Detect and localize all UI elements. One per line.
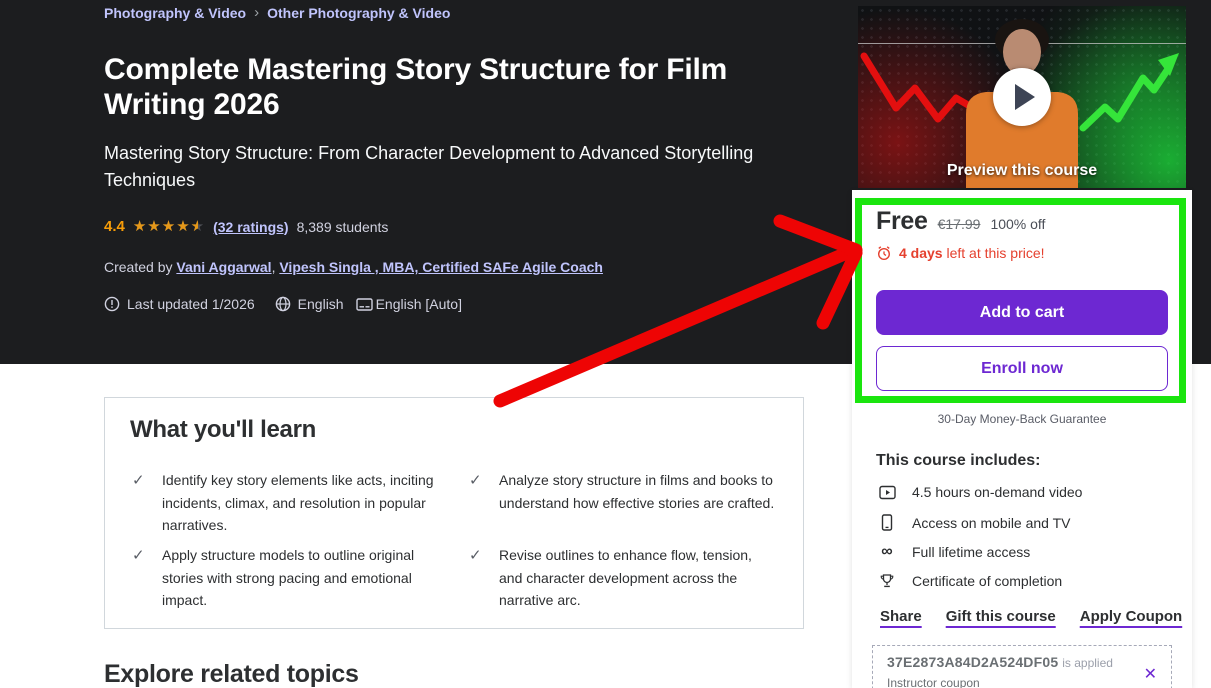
learn-item: Revise outlines to enhance flow, tension… <box>499 544 779 612</box>
includes-item-label: 4.5 hours on-demand video <box>912 484 1082 500</box>
urgency-row: 4 days left at this price! <box>876 245 1045 261</box>
includes-item: Certificate of completion <box>878 573 1062 589</box>
learn-item: Identify key story elements like acts, i… <box>162 469 450 537</box>
gift-this-course-link[interactable]: Gift this course <box>946 608 1056 625</box>
learn-item: Apply structure models to outline origin… <box>162 544 450 612</box>
what-youll-learn-card: What you'll learn ✓ Identify key story e… <box>104 397 804 629</box>
includes-item: Access on mobile and TV <box>878 514 1071 531</box>
course-includes-title: This course includes: <box>876 452 1040 470</box>
learn-item: Analyze story structure in films and boo… <box>499 469 779 514</box>
infinity-icon: ∞ <box>878 544 896 560</box>
breadcrumb: Photography & Video › Other Photography … <box>104 4 450 21</box>
trophy-icon <box>878 573 896 589</box>
coupon-code: 37E2873A84D2A524DF05 <box>887 654 1058 670</box>
last-updated: Last updated 1/2026 <box>104 296 255 312</box>
course-meta-row: Last updated 1/2026 English English [Aut… <box>104 296 462 312</box>
purchase-card: Free €17.99 100% off 4 days left at this… <box>852 190 1192 688</box>
includes-item-label: Certificate of completion <box>912 573 1062 589</box>
mobile-icon <box>878 514 896 531</box>
price-row: Free €17.99 100% off <box>876 207 1045 236</box>
rating-score: 4.4 <box>104 218 125 235</box>
purchase-card-links: Share Gift this course Apply Coupon <box>880 608 1182 625</box>
applied-coupon-box: 37E2873A84D2A524DF05 is applied Instruct… <box>872 645 1172 688</box>
enroll-now-button[interactable]: Enroll now <box>876 346 1168 391</box>
course-preview-video[interactable]: Preview this course <box>858 6 1186 188</box>
video-play-icon <box>878 485 896 500</box>
what-youll-learn-title: What you'll learn <box>130 416 316 444</box>
globe-icon <box>275 296 291 312</box>
preview-this-course-label: Preview this course <box>858 162 1186 180</box>
last-updated-label: Last updated 1/2026 <box>127 296 255 312</box>
breadcrumb-link-photography-video[interactable]: Photography & Video <box>104 5 246 21</box>
includes-item-label: Full lifetime access <box>912 544 1030 560</box>
star-rating-icon <box>133 219 205 234</box>
course-language-label: English <box>298 296 344 312</box>
coupon-applied-label: is applied <box>1062 656 1113 670</box>
play-button[interactable] <box>993 68 1051 126</box>
created-by-row: Created by Vani Aggarwal, Vipesh Singla … <box>104 259 603 275</box>
includes-item: 4.5 hours on-demand video <box>878 484 1082 500</box>
check-icon: ✓ <box>132 546 145 564</box>
coupon-code-line: 37E2873A84D2A524DF05 is applied <box>887 654 1157 670</box>
explore-related-topics-title: Explore related topics <box>104 660 359 688</box>
ratings-count-link[interactable]: (32 ratings) <box>213 219 288 235</box>
course-captions: English [Auto] <box>356 296 462 312</box>
instructor-link-1[interactable]: Vani Aggarwal <box>176 259 271 275</box>
remove-coupon-button close-icon[interactable]: ✕ <box>1144 664 1157 684</box>
course-language: English <box>275 296 344 312</box>
check-icon: ✓ <box>469 471 482 489</box>
urgency-text: 4 days left at this price! <box>899 245 1045 261</box>
alert-circle-icon <box>104 296 120 312</box>
money-back-guarantee: 30-Day Money-Back Guarantee <box>852 412 1192 426</box>
check-icon: ✓ <box>132 471 145 489</box>
urgency-rest: left at this price! <box>943 245 1045 261</box>
students-count: 8,389 students <box>297 219 389 235</box>
course-captions-label: English [Auto] <box>376 296 462 312</box>
chevron-right-icon: › <box>254 4 259 21</box>
apply-coupon-link[interactable]: Apply Coupon <box>1080 608 1182 625</box>
created-by-label: Created by <box>104 259 176 275</box>
share-link[interactable]: Share <box>880 608 922 625</box>
breadcrumb-link-other-photography-video[interactable]: Other Photography & Video <box>267 5 450 21</box>
course-subtitle: Mastering Story Structure: From Characte… <box>104 140 764 194</box>
includes-item-label: Access on mobile and TV <box>912 515 1071 531</box>
course-landing-page: Photography & Video › Other Photography … <box>0 0 1211 688</box>
discount-percent: 100% off <box>990 216 1045 232</box>
add-to-cart-button[interactable]: Add to cart <box>876 290 1168 335</box>
original-price: €17.99 <box>938 216 981 232</box>
coupon-type-label: Instructor coupon <box>887 676 1157 688</box>
check-icon: ✓ <box>469 546 482 564</box>
closed-captions-icon <box>356 297 373 312</box>
play-icon <box>1015 84 1035 110</box>
includes-item: ∞ Full lifetime access <box>878 544 1030 560</box>
rating-row: 4.4 (32 ratings) 8,389 students <box>104 218 388 235</box>
current-price: Free <box>876 207 928 236</box>
instructor-link-2[interactable]: Vipesh Singla , MBA, Certified SAFe Agil… <box>279 259 603 275</box>
alarm-clock-icon <box>876 245 892 261</box>
urgency-days: 4 days <box>899 245 943 261</box>
page-title: Complete Mastering Story Structure for F… <box>104 52 794 122</box>
